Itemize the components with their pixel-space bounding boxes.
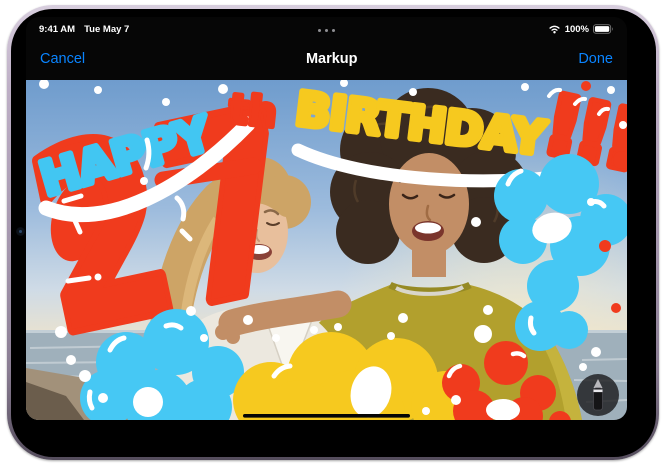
- cancel-button[interactable]: Cancel: [40, 51, 85, 67]
- screenshot: 9:41 AM Tue May 7 100%: [0, 0, 666, 465]
- multitasking-dots[interactable]: [26, 29, 627, 32]
- page-title: Markup: [306, 51, 358, 67]
- front-camera: [16, 227, 25, 236]
- photo-canvas[interactable]: 27 HAPPY th BIRTHDAY: [26, 80, 627, 420]
- pen-tool-button[interactable]: [577, 374, 619, 416]
- top-bar: 9:41 AM Tue May 7 100%: [26, 17, 627, 80]
- annotation-ordinal: th: [227, 86, 279, 137]
- home-indicator[interactable]: [243, 414, 410, 418]
- markup-toolbar: Cancel Markup Done: [26, 44, 627, 74]
- ipad-screen: 9:41 AM Tue May 7 100%: [26, 17, 627, 420]
- done-button[interactable]: Done: [578, 51, 613, 67]
